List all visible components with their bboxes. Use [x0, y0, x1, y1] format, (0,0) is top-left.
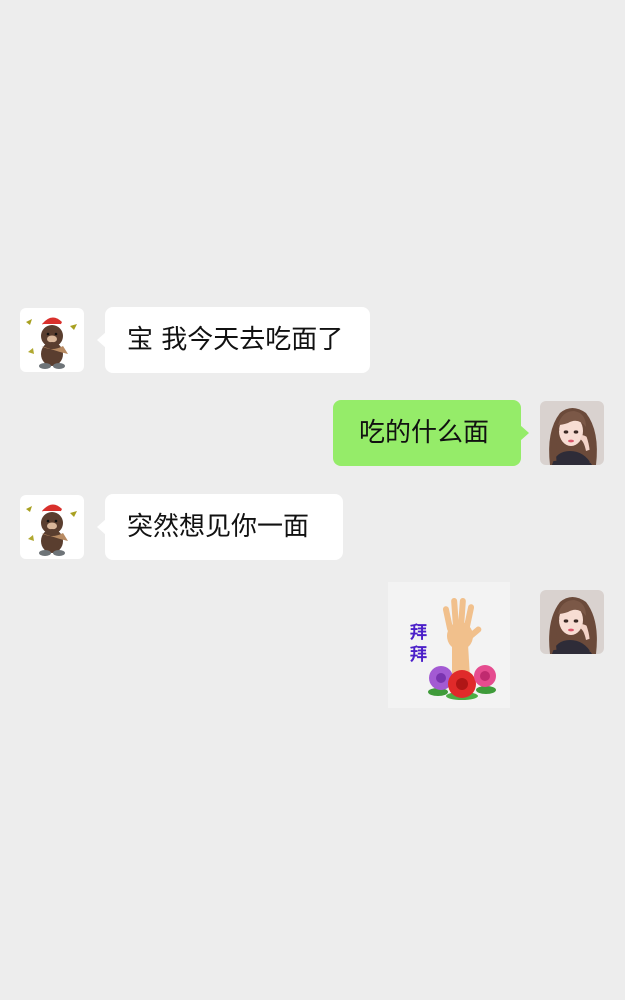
waving-hand-flowers-sticker [428, 598, 496, 700]
self-avatar[interactable] [540, 590, 604, 654]
chat-screen: { "messages": [ {"direction": "in", "typ… [0, 0, 625, 1000]
message-text: 吃的什么面 [359, 418, 490, 448]
message-bubble[interactable]: 吃的什么面 [333, 400, 529, 466]
sticker-text: 拜拜 [410, 623, 427, 665]
message-bubble[interactable]: 宝 我今天去吃面了 [97, 307, 370, 373]
message-bubble[interactable]: 突然想见你一面 [97, 494, 343, 560]
bear-avatar-icon [20, 308, 84, 372]
self-avatar[interactable] [540, 401, 604, 465]
bear-avatar-icon [20, 495, 84, 559]
message-text: 宝 我今天去吃面了 [127, 325, 344, 355]
girl-avatar-icon [540, 590, 604, 654]
girl-avatar-icon [540, 401, 604, 465]
sticker-message[interactable]: 拜拜 [388, 582, 510, 708]
bubble-tail [97, 332, 106, 348]
bubble-tail [520, 425, 529, 441]
bubble-tail [97, 519, 106, 535]
message-text: 突然想见你一面 [127, 512, 310, 542]
contact-avatar[interactable] [20, 495, 84, 559]
contact-avatar[interactable] [20, 308, 84, 372]
